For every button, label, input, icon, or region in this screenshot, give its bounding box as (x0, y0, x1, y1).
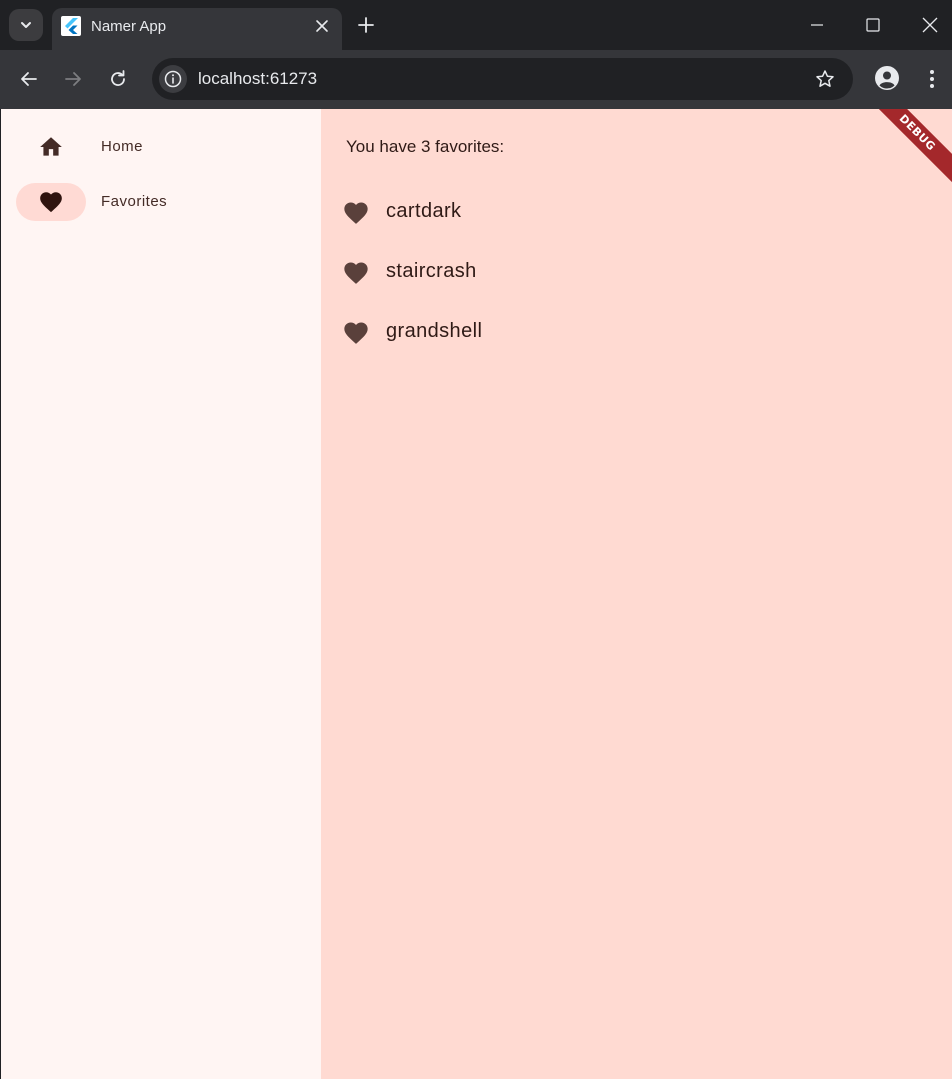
nav-label-home: Home (101, 138, 144, 155)
profile-avatar-icon[interactable] (875, 66, 899, 90)
favorite-icon (344, 322, 368, 344)
browser-titlebar: Namer App (0, 0, 952, 50)
minimize-icon[interactable] (807, 15, 827, 35)
favorite-icon (344, 202, 368, 224)
favorite-word: cartdark (386, 200, 462, 222)
list-item[interactable]: staircrash (321, 243, 952, 303)
favorite-word: staircrash (386, 260, 477, 282)
bookmark-star-icon[interactable] (815, 69, 835, 89)
favorite-icon (344, 262, 368, 284)
tab-search-button[interactable] (9, 9, 43, 41)
reload-icon[interactable] (107, 68, 129, 90)
browser-toolbar: localhost:61273 (0, 50, 952, 109)
navigation-rail: Home Favorites (1, 109, 321, 1079)
more-menu-icon[interactable] (922, 68, 942, 90)
nav-destination-home[interactable]: Home (1, 119, 321, 175)
home-icon (40, 137, 62, 156)
app-viewport: Home Favorites You have 3 favorites: car… (1, 109, 952, 1079)
back-arrow-icon[interactable] (18, 68, 40, 90)
site-info-button[interactable] (159, 65, 187, 93)
browser-tab[interactable]: Namer App (52, 8, 342, 50)
forward-arrow-icon[interactable] (62, 68, 84, 90)
list-item[interactable]: cartdark (321, 183, 952, 243)
flutter-logo-icon (61, 16, 81, 36)
close-tab-icon[interactable] (314, 18, 330, 34)
tab-title: Namer App (91, 18, 167, 35)
favorite-word: grandshell (386, 320, 483, 342)
new-tab-icon[interactable] (356, 15, 376, 35)
favorites-count-text: You have 3 favorites: (346, 137, 505, 156)
address-bar[interactable]: localhost:61273 (152, 58, 853, 100)
nav-label-favorites: Favorites (101, 193, 168, 210)
list-item[interactable]: grandshell (321, 303, 952, 363)
maximize-icon[interactable] (863, 15, 883, 35)
url-text: localhost:61273 (198, 69, 318, 88)
nav-destination-favorites[interactable]: Favorites (1, 174, 321, 230)
favorites-page: You have 3 favorites: cartdark staircras… (321, 109, 952, 1079)
debug-banner: DEBUG (863, 109, 952, 187)
info-icon (164, 70, 182, 88)
favorite-icon (40, 192, 62, 213)
close-window-icon[interactable] (920, 15, 940, 35)
chevron-down-icon (21, 22, 31, 28)
